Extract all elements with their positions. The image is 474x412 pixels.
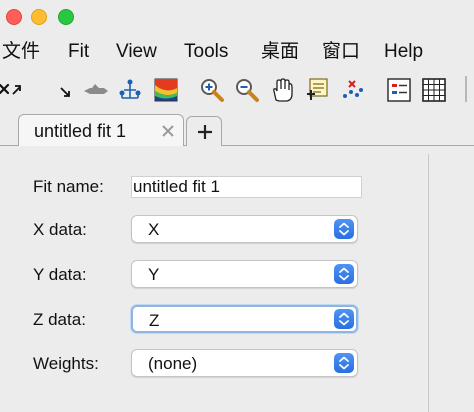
y-data-select[interactable]: Y <box>131 260 358 288</box>
legend-exclude-icon[interactable] <box>304 76 332 104</box>
close-tab-icon[interactable] <box>161 124 175 138</box>
rotate-icon[interactable] <box>53 76 81 104</box>
weights-value: (none) <box>148 354 198 373</box>
x-data-select[interactable]: X <box>131 215 358 243</box>
zoom-out-icon[interactable] <box>233 76 261 104</box>
y-data-value: Y <box>148 265 160 284</box>
title-bar <box>0 0 474 36</box>
menu-tools[interactable]: Tools <box>184 41 228 63</box>
tab-strip: untitled fit 1 <box>0 112 474 146</box>
tab-title: untitled fit 1 <box>34 121 127 141</box>
zoom-in-icon[interactable] <box>198 76 226 104</box>
minimize-window-button[interactable] <box>31 9 47 25</box>
pan-hand-icon[interactable] <box>268 76 296 104</box>
exclude-arrows-icon[interactable] <box>0 76 24 104</box>
panel-divider <box>428 154 429 412</box>
chevron-updown-icon <box>334 353 354 373</box>
y-data-label: Y data: <box>33 265 87 284</box>
z-data-select[interactable]: Z <box>131 305 358 333</box>
x-data-label: X data: <box>33 220 87 239</box>
toolbar-separator <box>465 76 467 102</box>
exclude-outliers-icon[interactable] <box>338 76 366 104</box>
menu-view[interactable]: View <box>116 41 157 63</box>
weights-label: Weights: <box>33 354 99 373</box>
data-cursor-tree-icon[interactable] <box>116 76 144 104</box>
colormap-icon[interactable] <box>152 76 180 104</box>
zoom-window-button[interactable] <box>58 9 74 25</box>
chevron-updown-icon <box>334 309 354 329</box>
fit-name-field[interactable] <box>131 176 362 198</box>
menu-bar: 文件 Fit View Tools 桌面 窗口 Help <box>0 36 474 68</box>
toolbar <box>0 68 474 112</box>
fit-name-label: Fit name: <box>33 177 104 196</box>
legend-icon[interactable] <box>385 76 413 104</box>
weights-select[interactable]: (none) <box>131 349 358 377</box>
close-window-button[interactable] <box>6 9 22 25</box>
menu-file[interactable]: 文件 <box>2 41 40 63</box>
chevron-updown-icon <box>334 264 354 284</box>
menu-desktop[interactable]: 桌面 <box>261 41 299 63</box>
menu-fit[interactable]: Fit <box>68 41 89 63</box>
menu-help[interactable]: Help <box>384 41 423 63</box>
add-tab-button[interactable] <box>186 116 222 146</box>
z-data-value: Z <box>149 311 160 330</box>
tab-untitled-fit[interactable]: untitled fit 1 <box>18 114 184 146</box>
chevron-updown-icon <box>334 219 354 239</box>
curve-fitter-window: 文件 Fit View Tools 桌面 窗口 Help untitled fi… <box>0 0 474 412</box>
pan-plot-icon[interactable] <box>82 76 110 104</box>
menu-window[interactable]: 窗口 <box>322 41 360 63</box>
x-data-value: X <box>148 220 160 239</box>
plus-icon <box>198 125 212 139</box>
grid-icon[interactable] <box>420 76 448 104</box>
z-data-label: Z data: <box>33 310 86 329</box>
